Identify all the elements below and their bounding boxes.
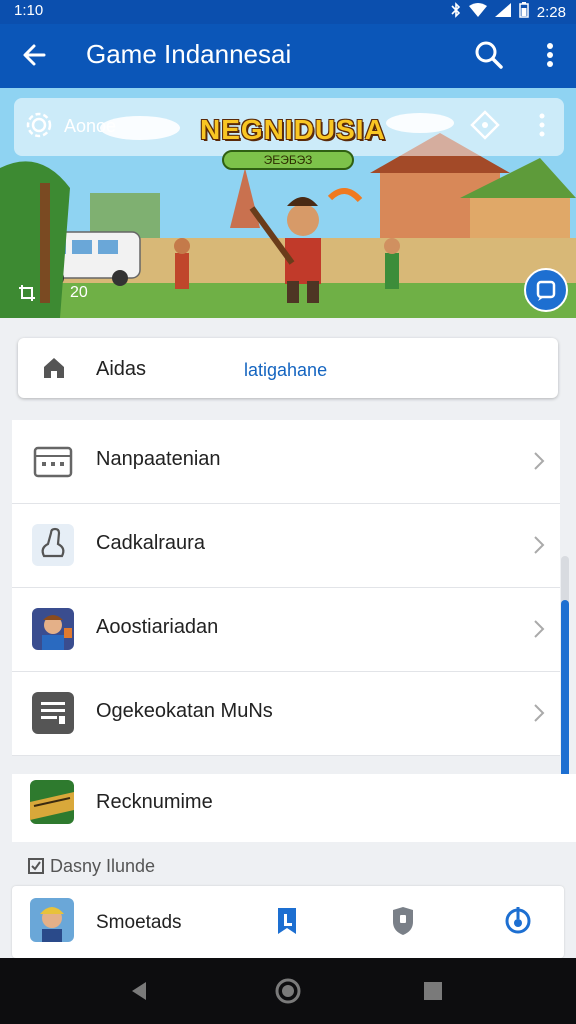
wifi-icon [468, 3, 487, 21]
chevron-right-icon [532, 450, 546, 472]
system-nav-bar [0, 958, 576, 1024]
tab-card: Aidas latigahane [18, 338, 558, 398]
scrollbar[interactable] [561, 556, 569, 788]
checkbox-icon [28, 858, 44, 874]
crop-icon [18, 284, 36, 302]
list-item[interactable]: Aoostiariadan [12, 588, 560, 672]
calendar-icon [32, 440, 74, 482]
shield-icon[interactable] [390, 906, 416, 936]
section-header: Dasny Ilunde [28, 856, 155, 877]
status-bar: 1:10 2:28 [0, 0, 576, 24]
signal-icon [494, 3, 511, 21]
character-thumbnail [32, 608, 74, 650]
gear-icon[interactable] [24, 110, 54, 140]
list-item-label: Nanpaatenian [96, 448, 221, 470]
page-title: Game Indannesai [86, 39, 292, 69]
more-vert-icon[interactable] [538, 38, 562, 72]
bluetooth-icon [451, 2, 461, 22]
bag-icon [32, 524, 74, 566]
nav-recents-icon[interactable] [418, 976, 448, 1006]
bookmark-icon[interactable] [274, 906, 300, 936]
menu-list: Nanpaatenian Cadkalraura Aoostiariadan O… [12, 420, 560, 756]
status-time-right: 2:28 [536, 3, 566, 21]
game-title: NEGNIDUSIA [200, 114, 386, 145]
back-arrow-icon[interactable] [18, 38, 52, 72]
section-header-label: Dasny Ilunde [50, 856, 156, 876]
chevron-right-icon [532, 618, 546, 640]
nav-home-icon[interactable] [273, 976, 303, 1006]
chevron-right-icon [532, 534, 546, 556]
avatar-thumbnail [30, 898, 74, 942]
bottom-card[interactable]: Smoetads [12, 886, 564, 958]
list-item-single[interactable]: Recknumime [12, 774, 576, 842]
app-bar: Game Indannesai [0, 24, 576, 88]
list-item-label: Ogekeokatan MuNs [96, 700, 273, 722]
battery-icon [519, 2, 529, 22]
game-thumbnail [30, 780, 74, 824]
banner-more-icon[interactable] [534, 110, 550, 140]
power-icon[interactable] [502, 904, 534, 936]
tab-aidas[interactable]: Aidas [96, 358, 146, 381]
chevron-right-icon [532, 702, 546, 724]
status-time-left: 1:10 [14, 2, 44, 19]
list-item-label: Aoostiariadan [96, 616, 219, 638]
game-banner[interactable]: Aonoe NEGNIDUSIA ЭЕЭБЭЗ 20 [0, 88, 576, 318]
list-item-label: Cadkalraura [96, 532, 205, 554]
tab-latigahane[interactable]: latigahane [244, 360, 327, 381]
banner-count: 20 [70, 284, 88, 301]
list-item-label: Recknumime [96, 791, 213, 813]
list-item[interactable]: Ogekeokatan MuNs [12, 672, 560, 756]
nav-back-icon[interactable] [124, 976, 154, 1006]
banner-account-label[interactable]: Aonoe [64, 116, 116, 137]
target-icon[interactable] [470, 110, 500, 140]
bottom-card-label: Smoetads [96, 912, 182, 933]
chat-fab-button[interactable] [524, 268, 568, 312]
game-sub-badge: ЭЕЭБЭЗ [222, 150, 354, 170]
scrollbar-thumb[interactable] [561, 600, 569, 788]
list-item[interactable]: Nanpaatenian [12, 420, 560, 504]
home-icon[interactable] [40, 354, 68, 382]
search-icon[interactable] [472, 38, 506, 72]
list-item[interactable]: Cadkalraura [12, 504, 560, 588]
document-icon [32, 692, 74, 734]
